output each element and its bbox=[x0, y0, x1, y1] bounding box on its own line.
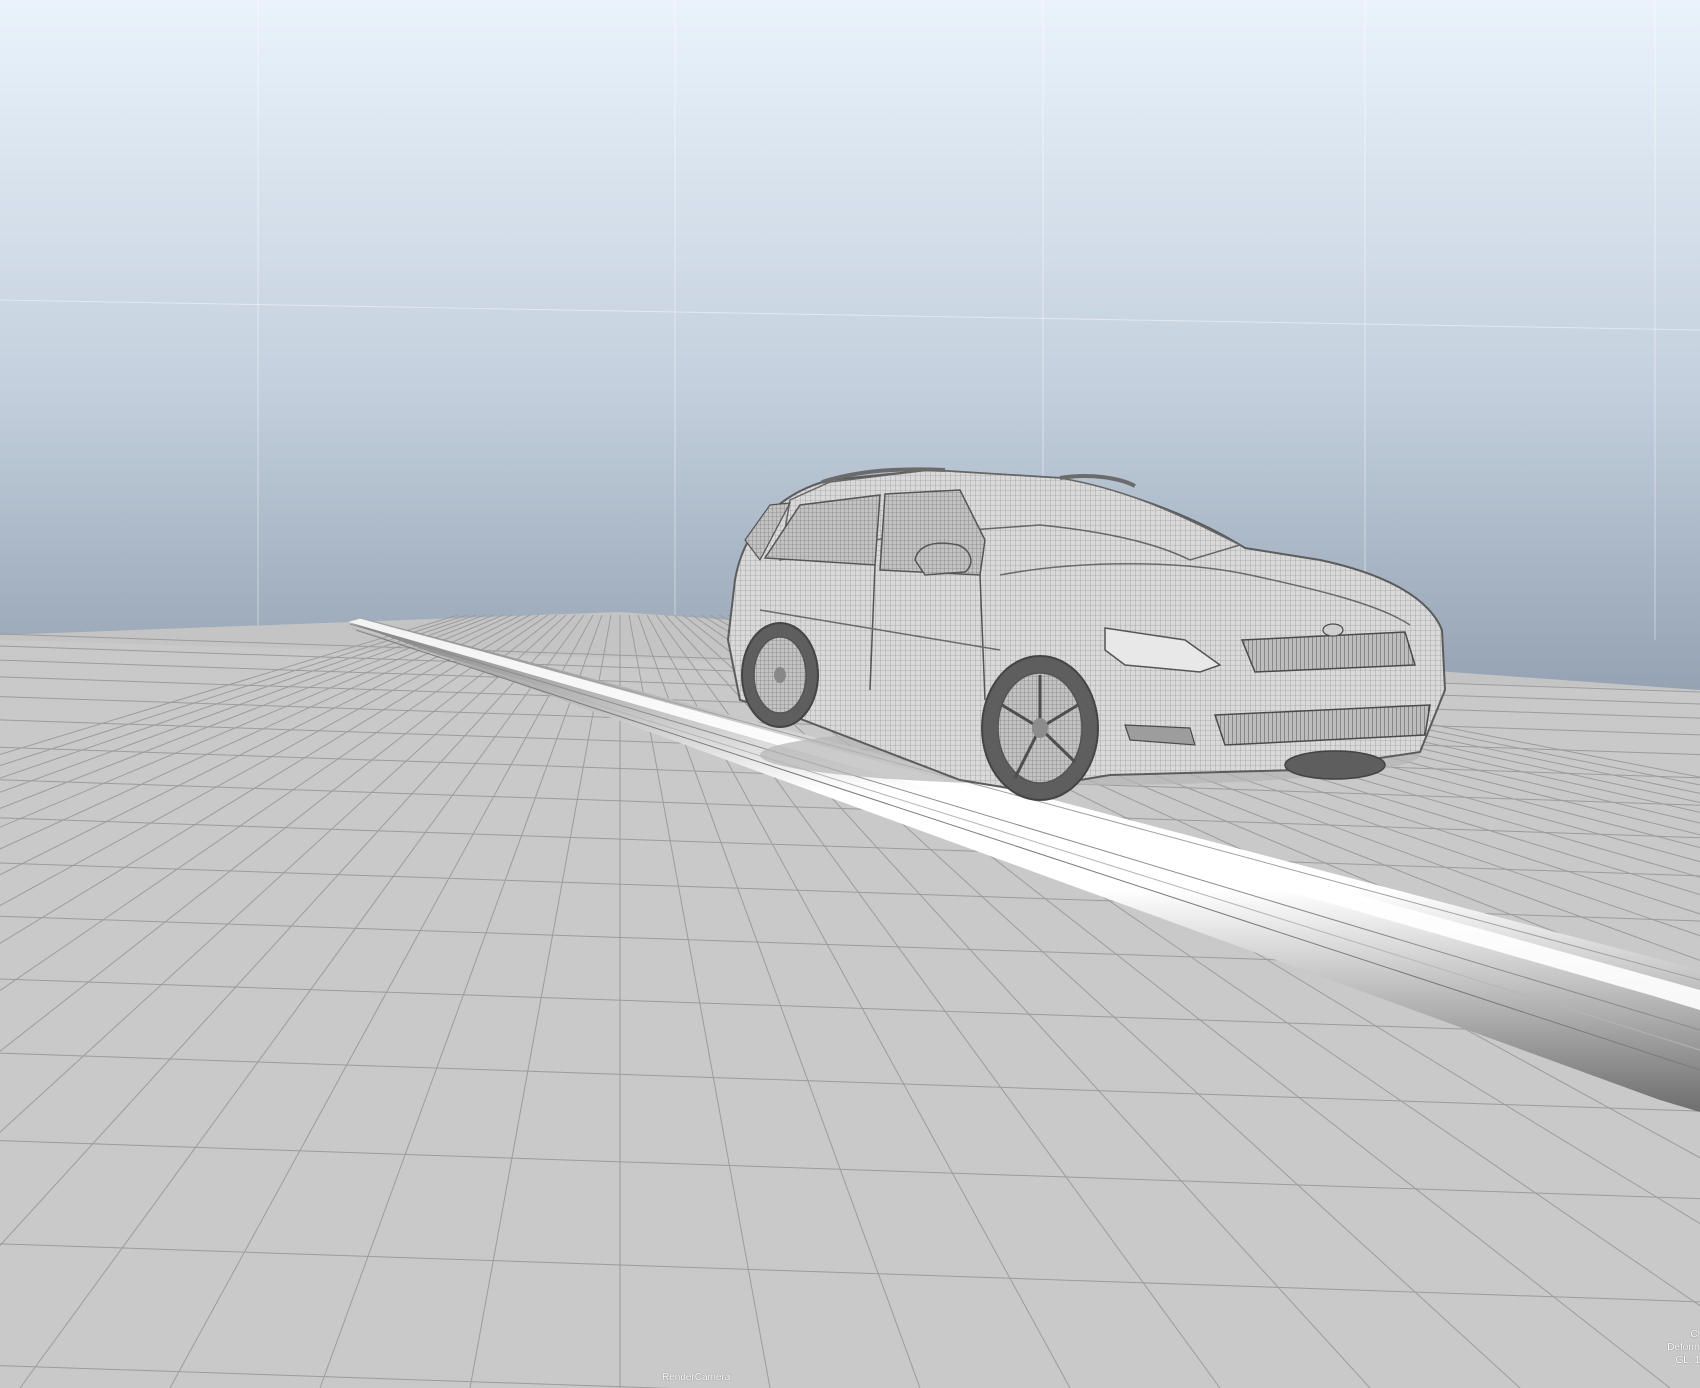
camera-name-label: RenderCamera bbox=[662, 1372, 731, 1383]
front-wheel bbox=[981, 655, 1099, 801]
3d-viewport[interactable]: RenderCamera Cl Deform GL: 1 bbox=[0, 0, 1700, 1388]
hud-stat-line: Deform bbox=[1667, 1342, 1700, 1353]
viewport-canvas[interactable] bbox=[0, 0, 1700, 1388]
hud-stats-readout: Cl Deform GL: 1 bbox=[1667, 1328, 1700, 1367]
hud-stat-line: GL: 1 bbox=[1675, 1355, 1700, 1366]
rear-wheel bbox=[741, 622, 819, 728]
hud-stat-line: Cl bbox=[1690, 1329, 1700, 1340]
